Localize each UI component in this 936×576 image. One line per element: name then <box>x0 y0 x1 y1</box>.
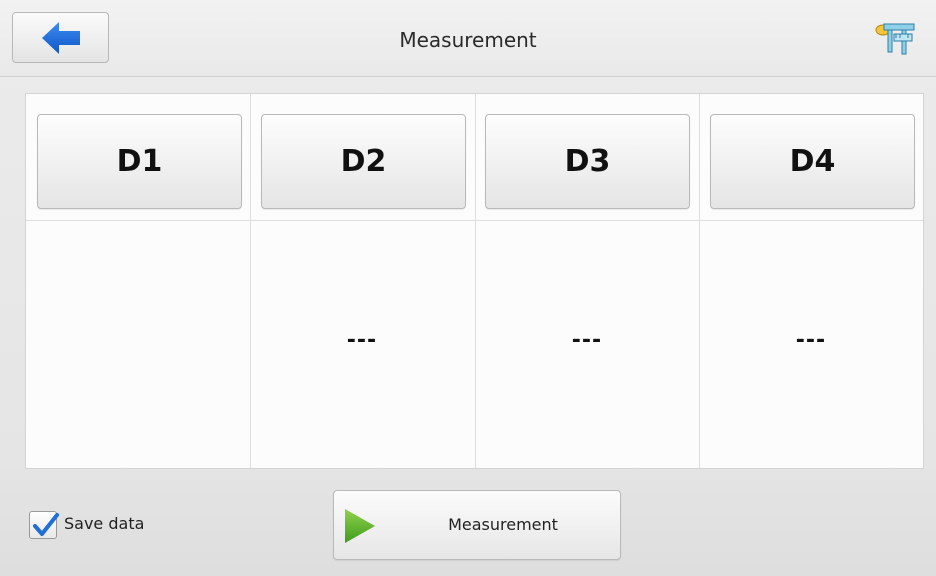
row-divider <box>26 220 923 221</box>
checkmark-icon <box>33 513 59 536</box>
d2-button[interactable]: D2 <box>261 114 466 209</box>
column-divider <box>250 94 251 468</box>
start-measurement-button[interactable]: Measurement <box>333 490 621 560</box>
save-data-checkbox[interactable] <box>29 511 59 539</box>
page-title: Measurement <box>399 28 537 52</box>
d3-value: --- <box>571 328 603 353</box>
d1-button[interactable]: D1 <box>37 114 242 209</box>
measurement-table: D1 D2 D3 D4 --- --- --- <box>25 93 924 469</box>
arrow-left-icon <box>40 21 82 55</box>
d3-button[interactable]: D3 <box>485 114 690 209</box>
d4-button[interactable]: D4 <box>710 114 915 209</box>
back-button[interactable] <box>12 12 109 63</box>
play-icon <box>345 509 375 543</box>
save-data-label[interactable]: Save data <box>64 514 144 533</box>
header-bar: Measurement <box>0 0 936 77</box>
d2-value: --- <box>346 328 378 353</box>
measurement-screen: Measurement D1 D2 D3 D4 --- --- --- Save… <box>0 0 936 576</box>
column-divider <box>699 94 700 468</box>
caliper-icon[interactable] <box>874 18 918 58</box>
column-divider <box>475 94 476 468</box>
d4-value: --- <box>795 328 827 353</box>
